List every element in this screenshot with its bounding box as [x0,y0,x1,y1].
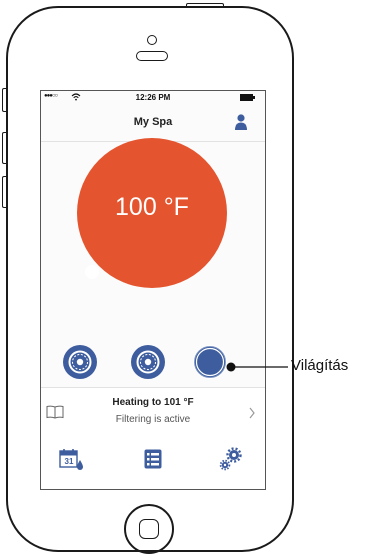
app-screen: ●●●○○ 12:26 PM My Spa 100 °F Heating to … [40,90,266,490]
app-header: My Spa [41,105,265,142]
phone-frame: ●●●○○ 12:26 PM My Spa 100 °F Heating to … [6,6,294,554]
earpiece-speaker [136,51,168,61]
calendar-date: 31 [64,457,74,466]
tab-bar: 31 [41,435,265,489]
jet2-button[interactable] [131,345,165,379]
tab-calendar[interactable]: 31 [59,448,85,472]
temperature-dial[interactable]: 100 °F [77,138,227,288]
callout-line [226,362,288,372]
heating-status: Heating to 101 °F [112,397,194,408]
battery-icon [240,94,255,101]
status-time: 12:26 PM [135,93,171,102]
jet-icon [68,350,92,374]
tab-list[interactable] [144,449,162,469]
page-title: My Spa [133,116,173,128]
person-icon[interactable] [234,114,248,130]
home-button [124,504,174,554]
light-button[interactable] [193,345,227,379]
status-bar: ●●●○○ 12:26 PM [41,91,265,105]
temperature-value: 100 °F [115,193,189,221]
home-button-square [139,519,159,539]
chevron-right-icon[interactable] [248,407,256,419]
callout-label: Világítás [291,357,349,374]
status-panel[interactable]: Heating to 101 °F Filtering is active [41,387,265,437]
front-camera [147,35,157,45]
light-icon [194,346,226,378]
jet1-button[interactable] [63,345,97,379]
tab-settings[interactable] [219,447,243,471]
settings-gears-icon [219,447,242,471]
temperature-dial-handle[interactable] [85,265,99,279]
list-icon [144,449,162,469]
jet-icon [136,350,160,374]
filter-status: Filtering is active [115,414,191,425]
